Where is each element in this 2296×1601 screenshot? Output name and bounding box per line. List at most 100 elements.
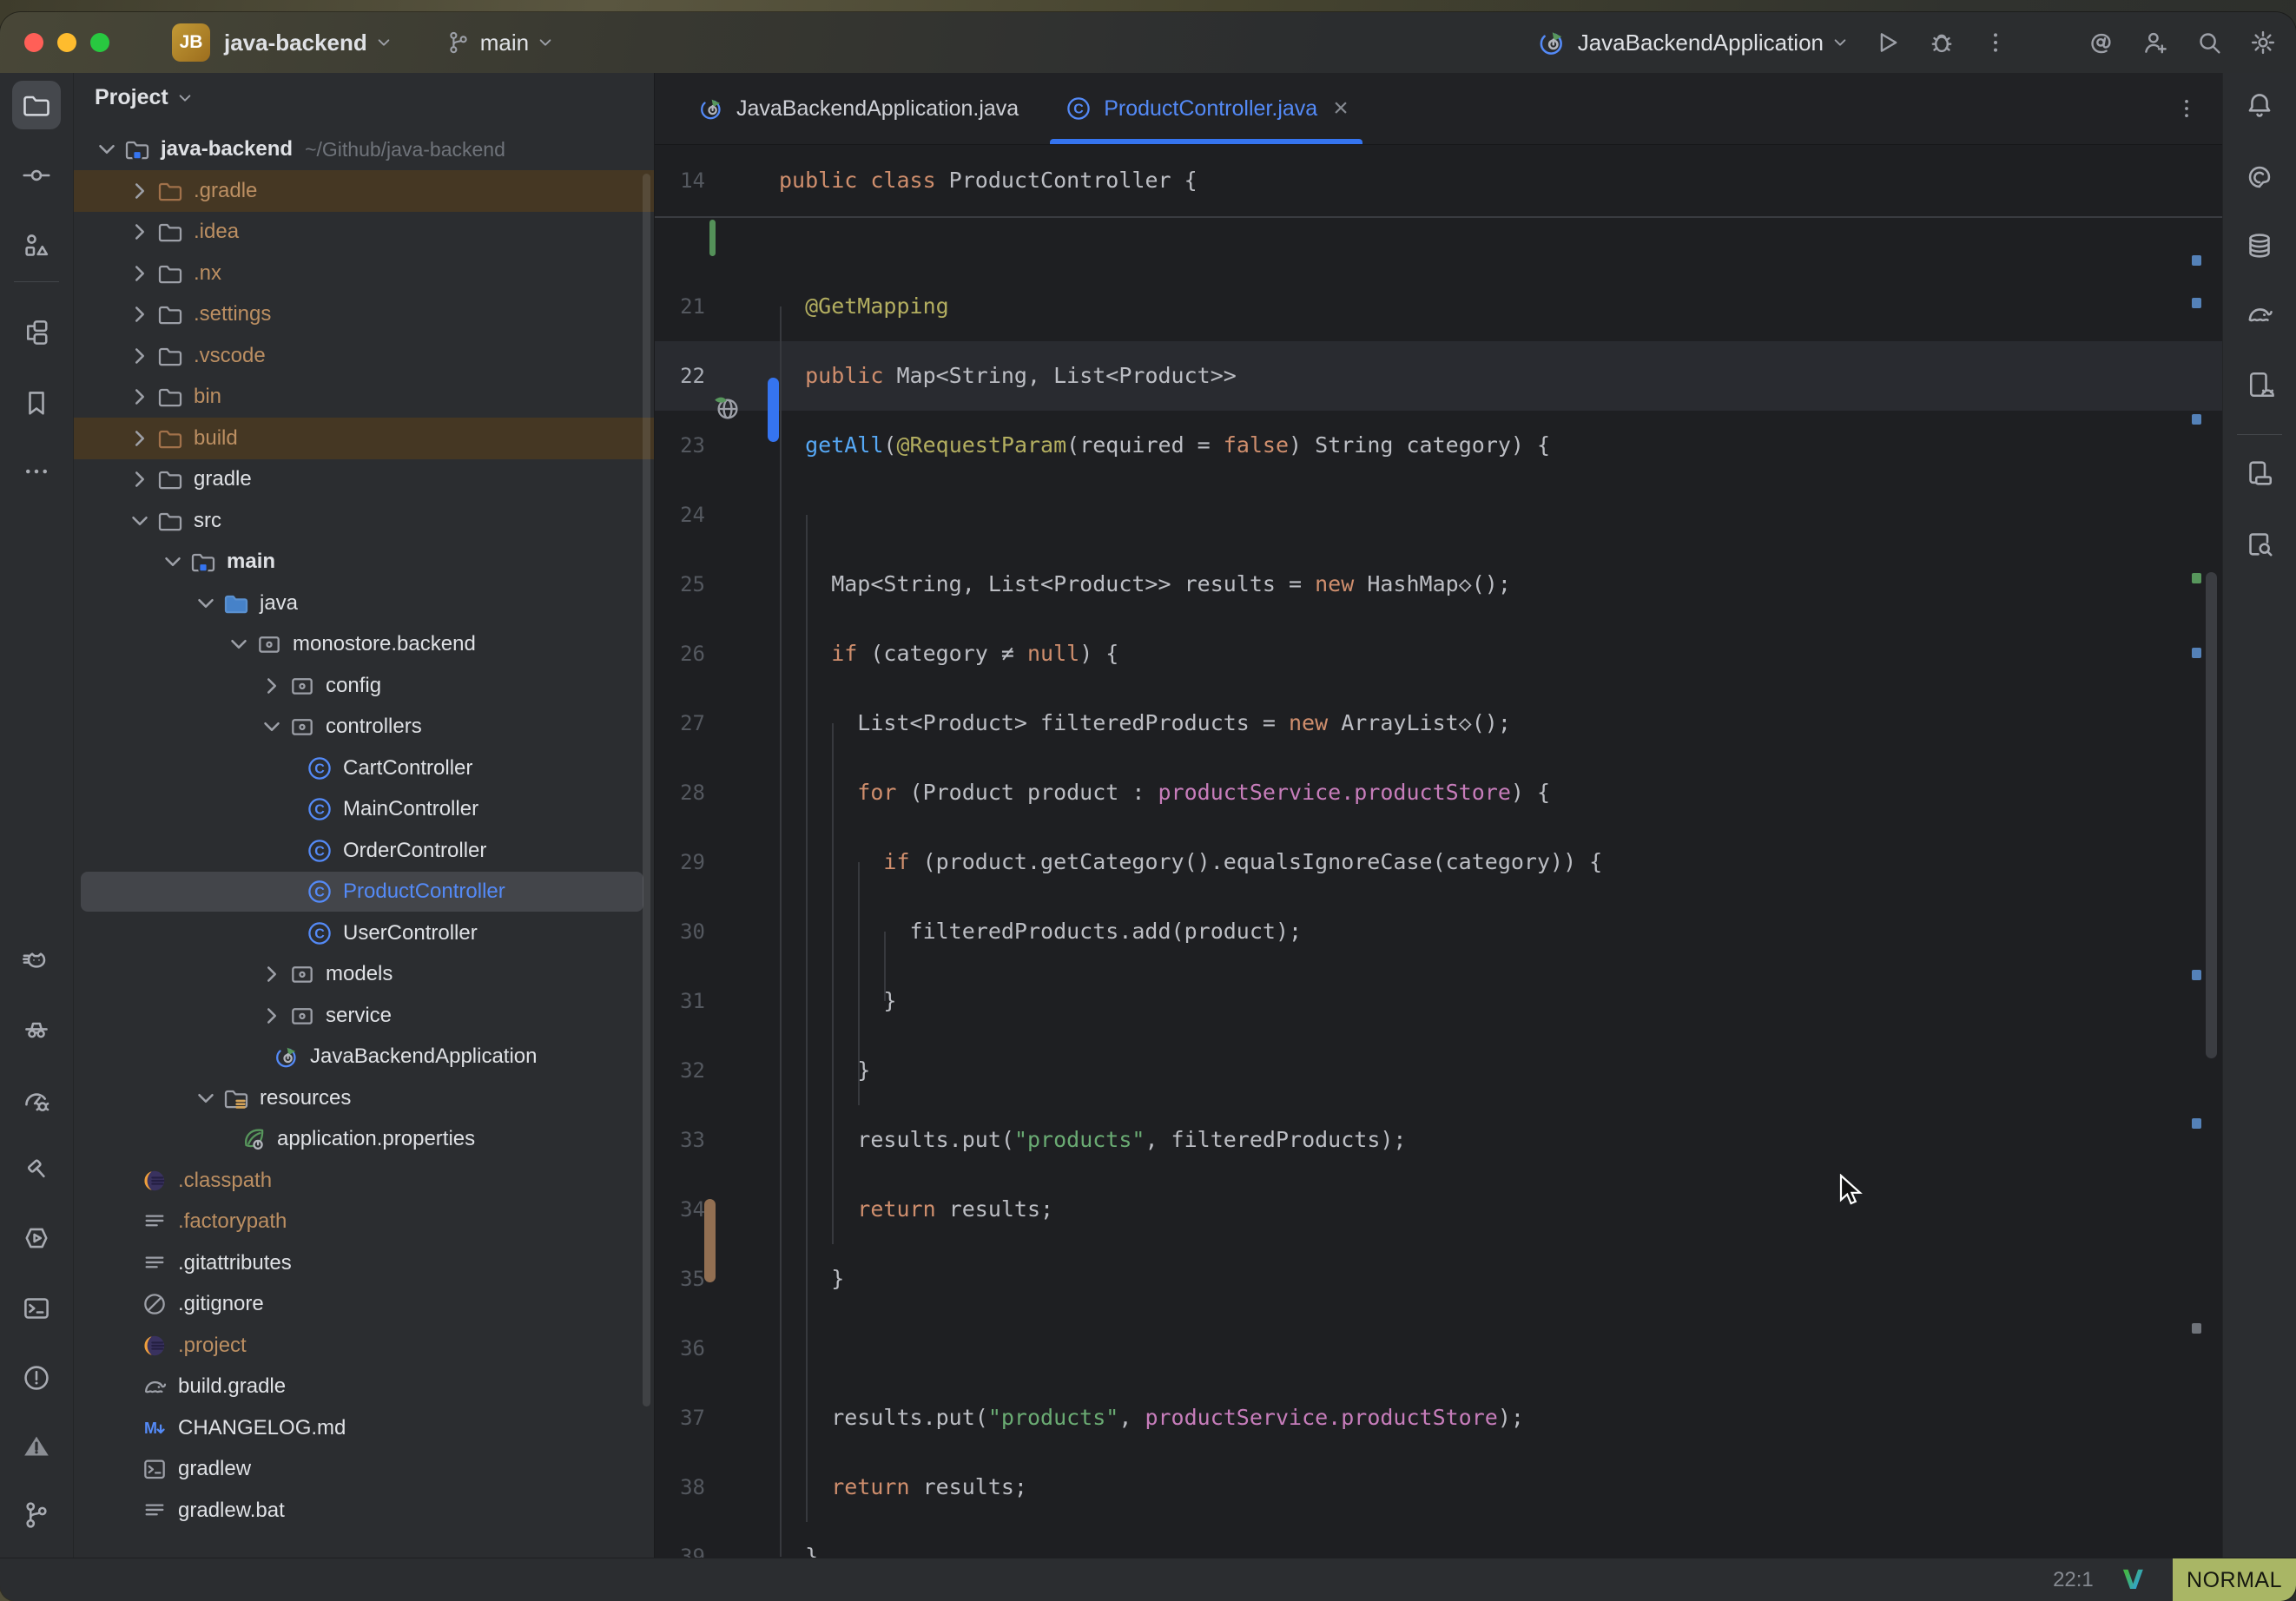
chevron-down-icon[interactable] bbox=[223, 629, 254, 660]
tree-item--vscode[interactable]: .vscode bbox=[74, 335, 654, 377]
ideavim-icon[interactable]: V bbox=[2123, 1565, 2143, 1596]
tree-item--project[interactable]: .project bbox=[74, 1325, 654, 1367]
code-line-21[interactable]: 21 @GetMapping bbox=[655, 272, 2222, 341]
structure-icon[interactable] bbox=[12, 221, 61, 270]
code-line-34[interactable]: 34 return results; bbox=[655, 1175, 2222, 1244]
project-folder-icon[interactable] bbox=[12, 81, 61, 129]
chevron-down-icon[interactable] bbox=[256, 711, 287, 742]
database-icon[interactable] bbox=[2235, 221, 2284, 270]
tree-item-gradle[interactable]: gradle bbox=[74, 458, 654, 500]
code-line-23[interactable]: 23 getAll(@RequestParam(required = false… bbox=[655, 411, 2222, 480]
ai-assistant-button[interactable] bbox=[2084, 25, 2119, 60]
profiler-icon[interactable] bbox=[12, 1077, 61, 1125]
chevron-right-icon[interactable] bbox=[124, 175, 155, 207]
tree-item-main[interactable]: main bbox=[74, 541, 654, 583]
run-configuration[interactable]: JavaBackendApplication bbox=[1578, 30, 1824, 56]
code-line-24[interactable]: 24 bbox=[655, 480, 2222, 550]
tree-item-productcontroller[interactable]: CProductController bbox=[74, 871, 654, 913]
chevron-right-icon[interactable] bbox=[256, 959, 287, 990]
error-stripe-mark[interactable] bbox=[2192, 648, 2201, 658]
find-in-file-icon[interactable] bbox=[2235, 519, 2284, 568]
error-stripe-mark[interactable] bbox=[2192, 1323, 2201, 1334]
code-line-39[interactable]: 39 } bbox=[655, 1522, 2222, 1558]
tree-item-java[interactable]: java bbox=[74, 583, 654, 624]
tree-item-models[interactable]: models bbox=[74, 953, 654, 995]
minimize-window-button[interactable] bbox=[57, 33, 76, 52]
tree-item--gitignore[interactable]: .gitignore bbox=[74, 1283, 654, 1325]
tree-item-changelog-md[interactable]: MCHANGELOG.md bbox=[74, 1407, 654, 1449]
tree-item--idea[interactable]: .idea bbox=[74, 211, 654, 253]
project-view-selector[interactable]: Project bbox=[95, 85, 196, 110]
search-everywhere-button[interactable] bbox=[2192, 25, 2227, 60]
error-stripe-mark[interactable] bbox=[2192, 573, 2201, 583]
chevron-down-icon[interactable] bbox=[157, 546, 188, 577]
code-line-31[interactable]: 31 } bbox=[655, 966, 2222, 1036]
tree-item-src[interactable]: src bbox=[74, 500, 654, 542]
settings-button[interactable] bbox=[2246, 25, 2280, 60]
tree-item--settings[interactable]: .settings bbox=[74, 293, 654, 335]
error-stripe-mark[interactable] bbox=[2192, 255, 2201, 266]
gradle-elephant-icon[interactable] bbox=[2235, 290, 2284, 339]
close-window-button[interactable] bbox=[24, 33, 43, 52]
tree-item--classpath[interactable]: .classpath bbox=[74, 1160, 654, 1202]
spring-mapping-globe-icon[interactable] bbox=[710, 392, 745, 426]
tab-javabackendapplication-java[interactable]: JavaBackendApplication.java bbox=[674, 73, 1041, 144]
close-tab-icon[interactable]: × bbox=[1333, 94, 1349, 123]
chevron-down-icon[interactable] bbox=[534, 31, 557, 54]
tab-options-icon[interactable] bbox=[2174, 96, 2200, 122]
error-stripe-mark[interactable] bbox=[2192, 298, 2201, 308]
code-editor[interactable]: 21 @GetMapping22 public Map<String, List… bbox=[655, 145, 2222, 1558]
project-name[interactable]: java-backend bbox=[224, 30, 367, 56]
tree-item-build[interactable]: build bbox=[74, 418, 654, 459]
code-line-33[interactable]: 33 results.put("products", filteredProdu… bbox=[655, 1105, 2222, 1175]
ai-assistant-icon[interactable] bbox=[2235, 153, 2284, 201]
notifications-bell-icon[interactable] bbox=[2235, 81, 2284, 129]
chevron-right-icon[interactable] bbox=[124, 299, 155, 330]
tree-item--gradle[interactable]: .gradle bbox=[74, 170, 654, 212]
chevron-down-icon[interactable] bbox=[124, 505, 155, 537]
tree-item-maincontroller[interactable]: CMainController bbox=[74, 788, 654, 830]
code-line-25[interactable]: 25 Map<String, List<Product>> results = … bbox=[655, 550, 2222, 619]
code-line-32[interactable]: 32 } bbox=[655, 1036, 2222, 1105]
error-stripe-mark[interactable] bbox=[2192, 1118, 2201, 1129]
services-icon[interactable] bbox=[12, 1214, 61, 1262]
chevron-down-icon[interactable] bbox=[190, 1083, 221, 1114]
commit-icon[interactable] bbox=[12, 151, 61, 200]
build-hammer-icon[interactable] bbox=[12, 1145, 61, 1194]
tree-item-build-gradle[interactable]: build.gradle bbox=[74, 1366, 654, 1407]
tree-item-monostore-backend[interactable]: monostore.backend bbox=[74, 623, 654, 665]
code-line-27[interactable]: 27 List<Product> filteredProducts = new … bbox=[655, 688, 2222, 758]
chevron-down-icon[interactable] bbox=[91, 134, 122, 165]
code-line-36[interactable]: 36 bbox=[655, 1314, 2222, 1383]
caret-position[interactable]: 22:1 bbox=[2053, 1568, 2094, 1592]
error-stripe-mark[interactable] bbox=[2192, 414, 2201, 425]
code-line-38[interactable]: 38 return results; bbox=[655, 1453, 2222, 1522]
chevron-right-icon[interactable] bbox=[124, 258, 155, 289]
code-line-37[interactable]: 37 results.put("products", productServic… bbox=[655, 1383, 2222, 1453]
vim-mode-badge[interactable]: NORMAL bbox=[2173, 1558, 2296, 1601]
sticky-line-14[interactable]: 14public class ProductController { bbox=[655, 145, 2222, 218]
tree-item-controllers[interactable]: controllers bbox=[74, 706, 654, 748]
chevron-down-icon[interactable] bbox=[373, 31, 395, 54]
chevron-right-icon[interactable] bbox=[256, 1000, 287, 1031]
chevron-right-icon[interactable] bbox=[124, 464, 155, 495]
chevron-right-icon[interactable] bbox=[124, 340, 155, 372]
chevron-right-icon[interactable] bbox=[124, 381, 155, 412]
tree-item-gradlew-bat[interactable]: gradlew.bat bbox=[74, 1490, 654, 1532]
code-line-26[interactable]: 26 if (category ≠ null) { bbox=[655, 619, 2222, 688]
tab-productcontroller-java[interactable]: CProductController.java× bbox=[1041, 73, 1371, 144]
tree-item-cartcontroller[interactable]: CCartController bbox=[74, 748, 654, 789]
running-devices-icon[interactable] bbox=[2235, 360, 2284, 409]
chevron-right-icon[interactable] bbox=[256, 670, 287, 702]
chevron-right-icon[interactable] bbox=[124, 216, 155, 247]
editor-scrollbar[interactable] bbox=[2206, 572, 2217, 1058]
code-with-me-button[interactable] bbox=[2138, 25, 2173, 60]
warning-triangle-icon[interactable] bbox=[12, 1422, 61, 1471]
problems-icon[interactable] bbox=[12, 1354, 61, 1402]
tree-item-application-properties[interactable]: application.properties bbox=[74, 1118, 654, 1160]
tree-item-gradlew[interactable]: gradlew bbox=[74, 1448, 654, 1490]
tree-item--nx[interactable]: .nx bbox=[74, 253, 654, 294]
tree-item-resources[interactable]: resources bbox=[74, 1077, 654, 1119]
tree-item-config[interactable]: config bbox=[74, 665, 654, 707]
chevron-down-icon[interactable] bbox=[1829, 31, 1851, 54]
